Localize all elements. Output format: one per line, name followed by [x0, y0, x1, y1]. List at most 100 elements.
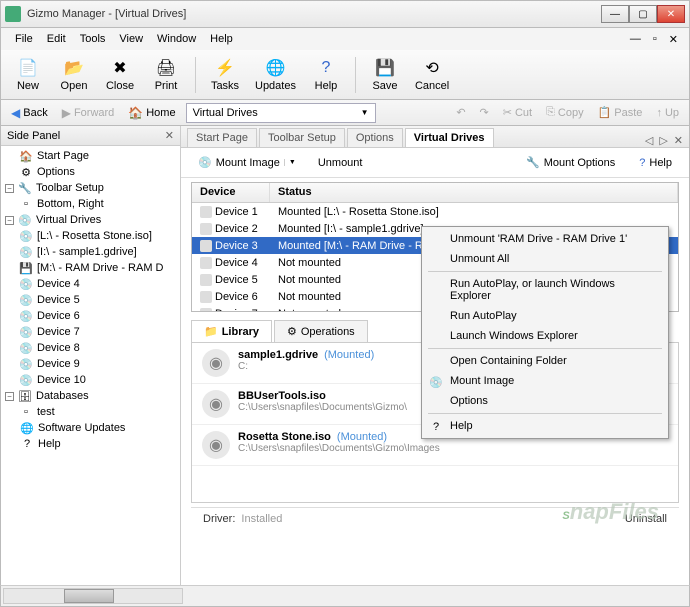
- menu-view[interactable]: View: [113, 31, 149, 47]
- side-panel-close-icon[interactable]: ✕: [165, 129, 174, 142]
- tab-operations[interactable]: ⚙Operations: [274, 320, 368, 342]
- home-button[interactable]: 🏠Home: [124, 104, 179, 122]
- save-button[interactable]: 💾Save: [364, 53, 406, 97]
- updates-button[interactable]: 🌐Updates: [250, 53, 301, 97]
- context-menu-item[interactable]: Run AutoPlay: [424, 306, 666, 326]
- mount-image-button[interactable]: 💿Mount Image▼: [191, 153, 303, 172]
- tree-item-icon: ?: [20, 437, 34, 451]
- menu-item-label: Launch Windows Explorer: [450, 330, 578, 342]
- tree-item-icon: 💿: [19, 325, 33, 339]
- tree-item-label: [I:\ - sample1.gdrive]: [37, 246, 137, 258]
- context-menu-item[interactable]: ?Help: [424, 416, 666, 436]
- tree-item[interactable]: 💿Device 5: [1, 292, 180, 308]
- tree-item-icon: ⚙: [19, 165, 33, 179]
- uninstall-link[interactable]: Uninstall: [625, 513, 667, 525]
- tree-expander-icon[interactable]: −: [5, 184, 14, 193]
- menu-item-label: Run AutoPlay: [450, 310, 517, 322]
- copy-button[interactable]: ⎘Copy: [542, 104, 588, 121]
- disc-icon: ◉: [202, 431, 230, 459]
- chevron-down-icon[interactable]: ▼: [361, 108, 369, 117]
- open-button[interactable]: 📂Open: [53, 53, 95, 97]
- menu-window[interactable]: Window: [151, 31, 202, 47]
- cut-button[interactable]: ✂Cut: [499, 104, 536, 121]
- close-button-tool[interactable]: ✖Close: [99, 53, 141, 97]
- back-button[interactable]: ◀Back: [7, 104, 52, 122]
- context-menu-item[interactable]: 💿Mount Image: [424, 371, 666, 391]
- maximize-button[interactable]: ▢: [629, 5, 657, 23]
- tree-item[interactable]: 💾[M:\ - RAM Drive - RAM D: [1, 260, 180, 276]
- context-menu-item[interactable]: Launch Windows Explorer: [424, 326, 666, 346]
- redo-button[interactable]: ↷: [476, 104, 493, 121]
- tree-item[interactable]: −🔧Toolbar Setup: [1, 180, 180, 196]
- mdi-close-icon[interactable]: ✕: [666, 33, 681, 46]
- drive-icon: [200, 274, 212, 286]
- tree-item[interactable]: 💿Device 8: [1, 340, 180, 356]
- column-status[interactable]: Status: [270, 183, 678, 202]
- tree-item[interactable]: ▫test: [1, 404, 180, 420]
- tree-item[interactable]: −💿Virtual Drives: [1, 212, 180, 228]
- tab-virtual-drives[interactable]: Virtual Drives: [405, 128, 494, 147]
- save-icon: 💾: [375, 58, 395, 78]
- print-button[interactable]: 🖨Print: [145, 53, 187, 97]
- tree-item[interactable]: −🗄Databases: [1, 388, 180, 404]
- mount-options-button[interactable]: 🔧Mount Options: [519, 153, 622, 172]
- tree-item[interactable]: 🌐Software Updates: [1, 420, 180, 436]
- menu-help[interactable]: Help: [204, 31, 239, 47]
- tabstrip: Start PageToolbar SetupOptionsVirtual Dr…: [181, 126, 689, 148]
- minimize-button[interactable]: —: [601, 5, 629, 23]
- tab-next-icon[interactable]: ▷: [659, 134, 667, 147]
- tree-item-icon: 💿: [19, 293, 33, 307]
- bottom-scrollbar: [0, 585, 690, 607]
- chevron-down-icon[interactable]: ▼: [284, 159, 296, 166]
- context-menu-item[interactable]: Unmount 'RAM Drive - RAM Drive 1': [424, 229, 666, 249]
- context-menu-item[interactable]: Open Containing Folder: [424, 351, 666, 371]
- mdi-restore-icon[interactable]: ▫: [650, 33, 660, 46]
- tree-item[interactable]: 💿[I:\ - sample1.gdrive]: [1, 244, 180, 260]
- tree-item[interactable]: 🏠Start Page: [1, 148, 180, 164]
- help-button-sub[interactable]: ?Help: [632, 153, 679, 172]
- tab-library[interactable]: 📁Library: [191, 320, 272, 342]
- tree-item[interactable]: ▫Bottom, Right: [1, 196, 180, 212]
- column-device[interactable]: Device: [192, 183, 270, 202]
- new-button[interactable]: 📄New: [7, 53, 49, 97]
- address-bar[interactable]: Virtual Drives▼: [186, 103, 376, 123]
- forward-button[interactable]: ▶Forward: [58, 104, 119, 122]
- tab-toolbar-setup[interactable]: Toolbar Setup: [259, 128, 345, 147]
- tree-expander-icon[interactable]: −: [5, 216, 14, 225]
- cut-icon: ✂: [503, 106, 512, 119]
- menu-tools[interactable]: Tools: [74, 31, 112, 47]
- tree-item[interactable]: 💿Device 6: [1, 308, 180, 324]
- tab-start-page[interactable]: Start Page: [187, 128, 257, 147]
- tree-item[interactable]: 💿Device 10: [1, 372, 180, 388]
- table-row[interactable]: Device 1Mounted [L:\ - Rosetta Stone.iso…: [192, 203, 678, 220]
- tree-item[interactable]: 💿Device 9: [1, 356, 180, 372]
- cancel-button[interactable]: ⟲Cancel: [410, 53, 454, 97]
- tree-expander-icon[interactable]: −: [5, 392, 14, 401]
- context-menu-item[interactable]: Run AutoPlay, or launch Windows Explorer: [424, 274, 666, 306]
- paste-button[interactable]: 📋Paste: [594, 104, 647, 121]
- tree-item[interactable]: 💿Device 7: [1, 324, 180, 340]
- scrollbar-track[interactable]: [3, 588, 183, 604]
- context-menu-item[interactable]: Options: [424, 391, 666, 411]
- mdi-minimize-icon[interactable]: —: [627, 33, 644, 46]
- menu-item-label: Open Containing Folder: [450, 355, 567, 367]
- context-menu-item[interactable]: Unmount All: [424, 249, 666, 269]
- scrollbar-thumb[interactable]: [64, 589, 114, 603]
- tasks-button[interactable]: ⚡Tasks: [204, 53, 246, 97]
- menu-file[interactable]: File: [9, 31, 39, 47]
- tab-close-icon[interactable]: ✕: [674, 134, 683, 147]
- unmount-button[interactable]: Unmount: [311, 154, 370, 172]
- undo-button[interactable]: ↶: [452, 104, 469, 121]
- help-button[interactable]: ?Help: [305, 53, 347, 97]
- tree-item[interactable]: ⚙Options: [1, 164, 180, 180]
- tab-options[interactable]: Options: [347, 128, 403, 147]
- up-button[interactable]: ↑Up: [652, 104, 683, 121]
- menu-edit[interactable]: Edit: [41, 31, 72, 47]
- tree-item[interactable]: 💿Device 4: [1, 276, 180, 292]
- close-button[interactable]: ✕: [657, 5, 685, 23]
- tree-item[interactable]: 💿[L:\ - Rosetta Stone.iso]: [1, 228, 180, 244]
- tree-item[interactable]: ?Help: [1, 436, 180, 452]
- menu-item-label: Help: [450, 420, 473, 432]
- tree-item-icon: 💿: [19, 229, 33, 243]
- tab-prev-icon[interactable]: ◁: [645, 134, 653, 147]
